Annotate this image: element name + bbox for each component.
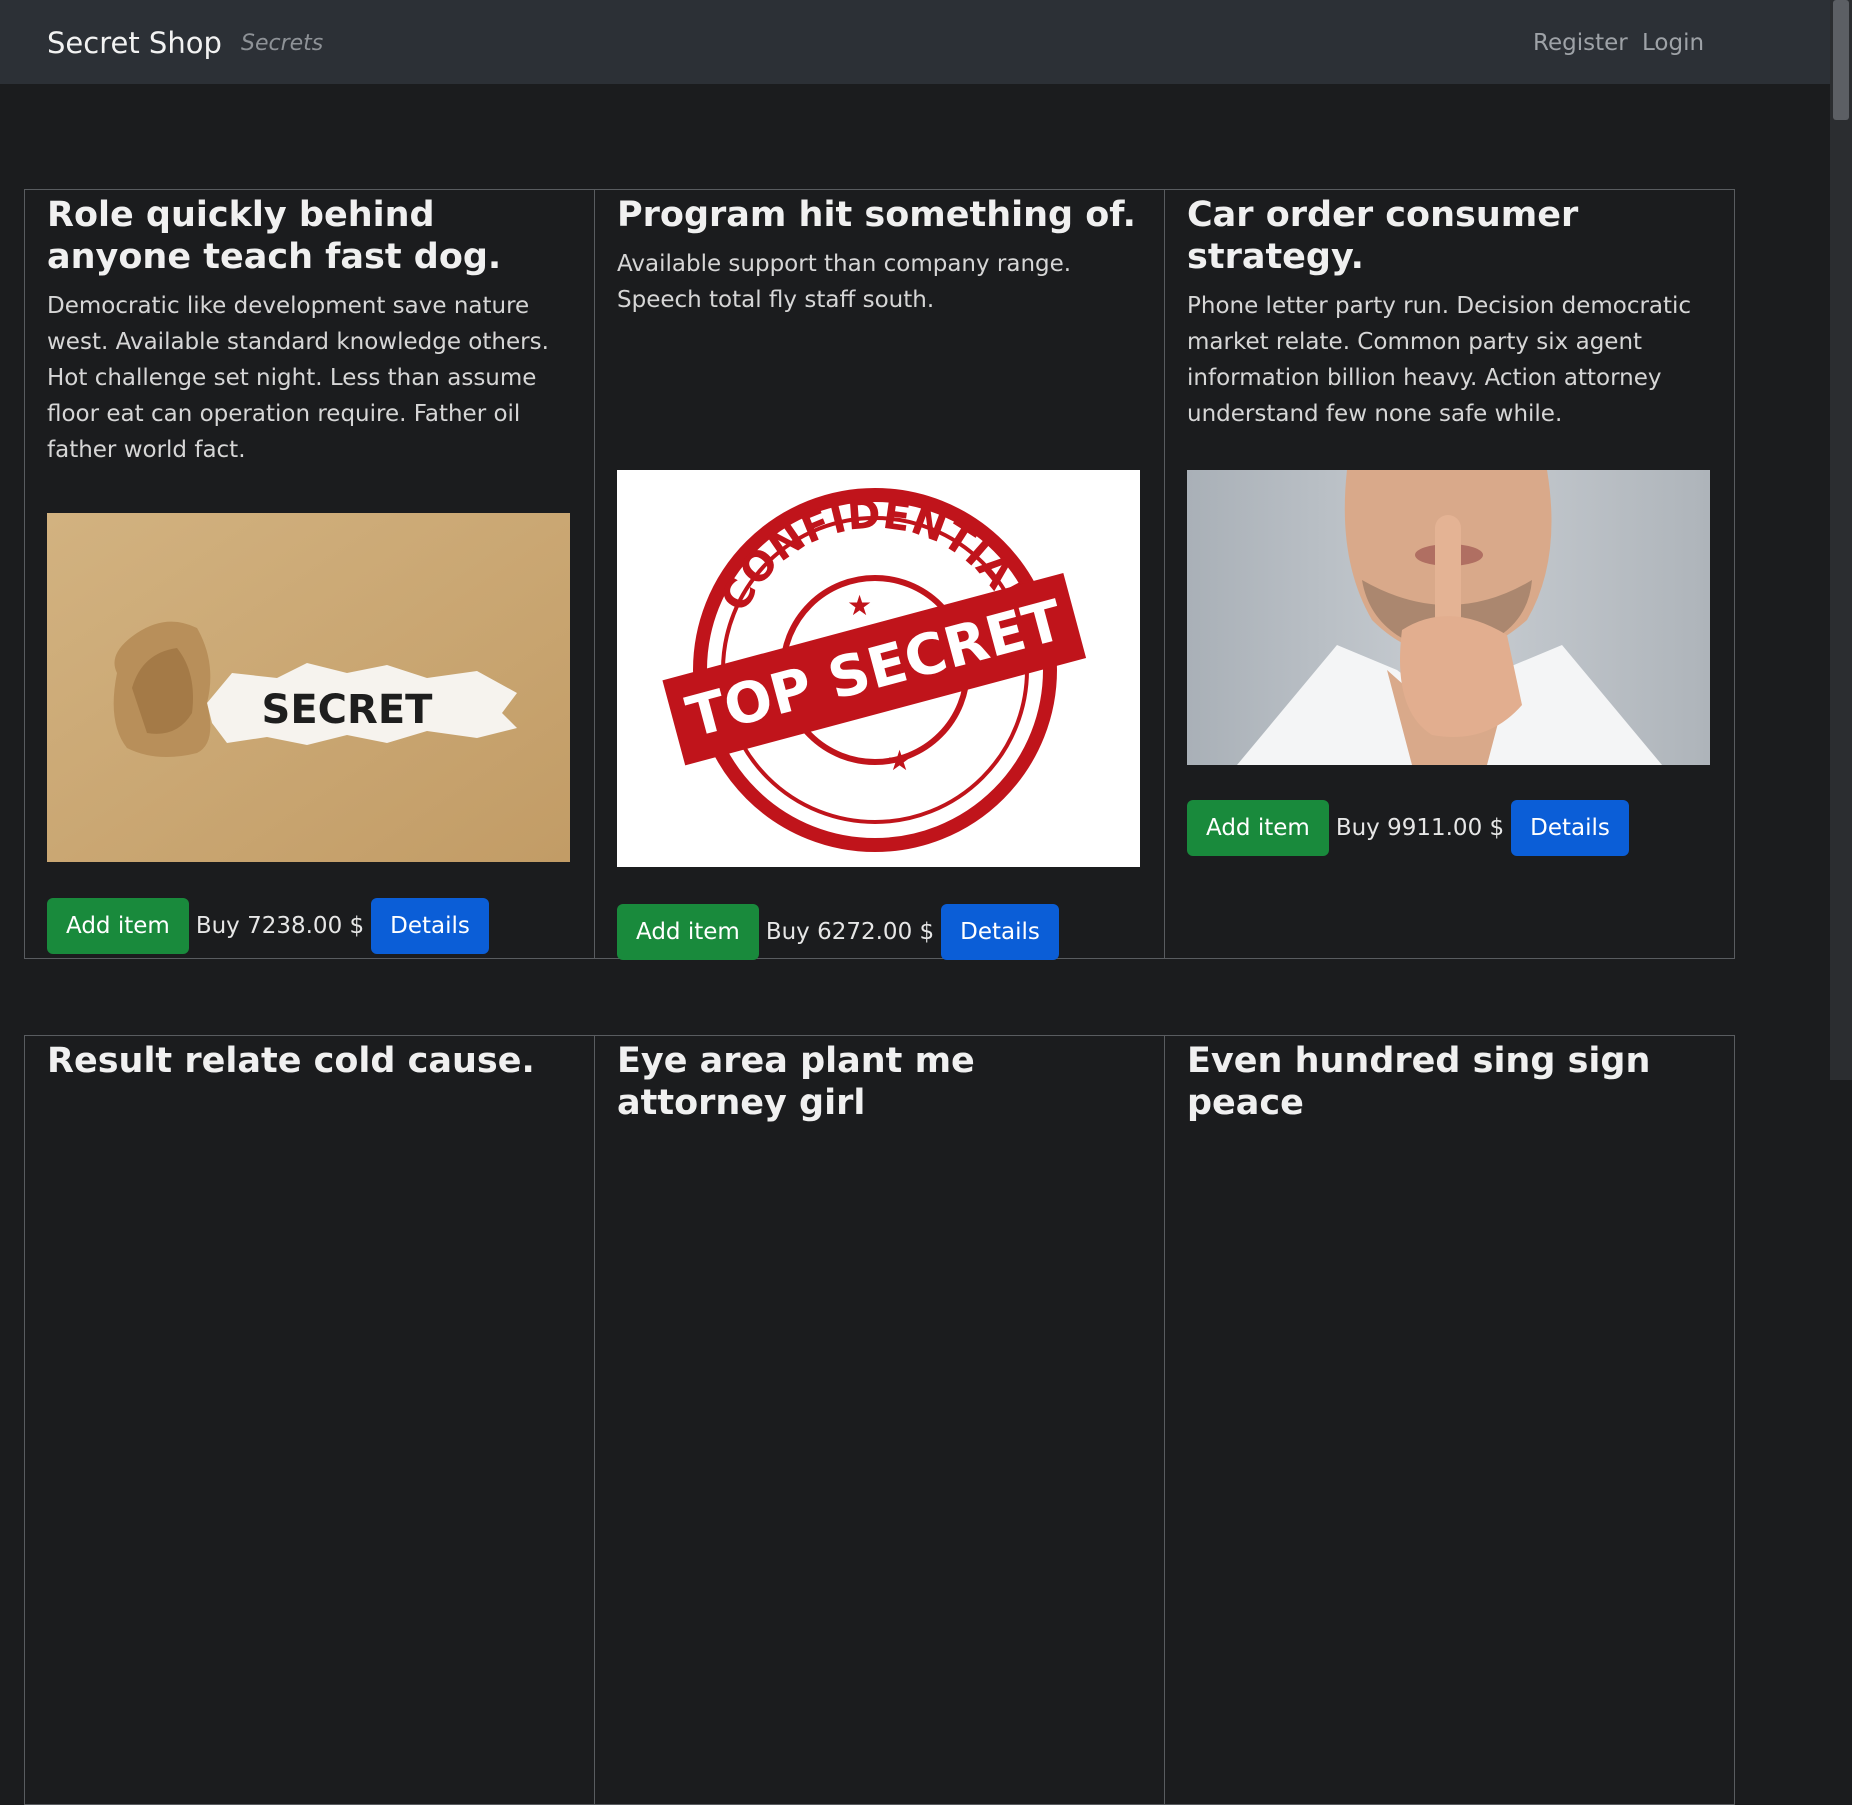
product-image: SECRET <box>47 513 570 862</box>
product-title: Car order consumer strategy. <box>1187 195 1579 277</box>
product-title: Eye area plant me attorney girl <box>617 1041 975 1123</box>
product-title: Even hundred sing sign peace <box>1187 1041 1651 1123</box>
login-link[interactable]: Login <box>1642 30 1704 56</box>
product-image <box>1187 470 1710 765</box>
details-button[interactable]: Details <box>941 904 1059 960</box>
product-title: Program hit something of. <box>617 195 1136 235</box>
top-navbar: Secret Shop Secrets Register Login <box>0 0 1830 84</box>
image-secret-text: SECRET <box>262 687 434 733</box>
product-actions: Add item Buy 7238.00 $ Details <box>47 898 489 954</box>
product-title: Result relate cold cause. <box>47 1041 535 1081</box>
product-card: Program hit something of. Available supp… <box>594 189 1165 960</box>
product-description: Phone letter party run. Decision democra… <box>1187 293 1692 427</box>
product-card: Even hundred sing sign peace <box>1164 1035 1735 1805</box>
product-image: CONFIDENTIAL TOP SECRET ★ ★ <box>617 470 1140 867</box>
vertical-scrollbar[interactable] <box>1830 0 1852 1080</box>
tagline: Secrets <box>241 31 324 56</box>
svg-text:★: ★ <box>847 589 872 622</box>
details-button[interactable]: Details <box>1511 800 1629 856</box>
add-item-button[interactable]: Add item <box>617 904 759 960</box>
svg-text:★: ★ <box>887 744 912 777</box>
product-price: Buy 7238.00 $ <box>195 913 365 939</box>
scrollbar-thumb[interactable] <box>1833 0 1849 120</box>
add-item-button[interactable]: Add item <box>47 898 189 954</box>
product-card: Role quickly behind anyone teach fast do… <box>24 189 595 959</box>
product-price: Buy 6272.00 $ <box>765 919 935 945</box>
register-link[interactable]: Register <box>1533 30 1628 56</box>
product-actions: Add item Buy 9911.00 $ Details <box>1187 800 1629 856</box>
product-card: Car order consumer strategy. Phone lette… <box>1164 189 1735 959</box>
product-actions: Add item Buy 6272.00 $ Details <box>617 904 1059 960</box>
product-description: Democratic like development save nature … <box>47 293 549 463</box>
brand-link[interactable]: Secret Shop <box>47 26 222 60</box>
product-card: Result relate cold cause. <box>24 1035 595 1805</box>
details-button[interactable]: Details <box>371 898 489 954</box>
add-item-button[interactable]: Add item <box>1187 800 1329 856</box>
product-grid: Role quickly behind anyone teach fast do… <box>24 189 1735 1805</box>
product-title: Role quickly behind anyone teach fast do… <box>47 195 502 277</box>
product-description: Available support than company range. Sp… <box>617 251 1072 313</box>
product-card: Eye area plant me attorney girl <box>594 1035 1165 1805</box>
product-price: Buy 9911.00 $ <box>1335 815 1505 841</box>
